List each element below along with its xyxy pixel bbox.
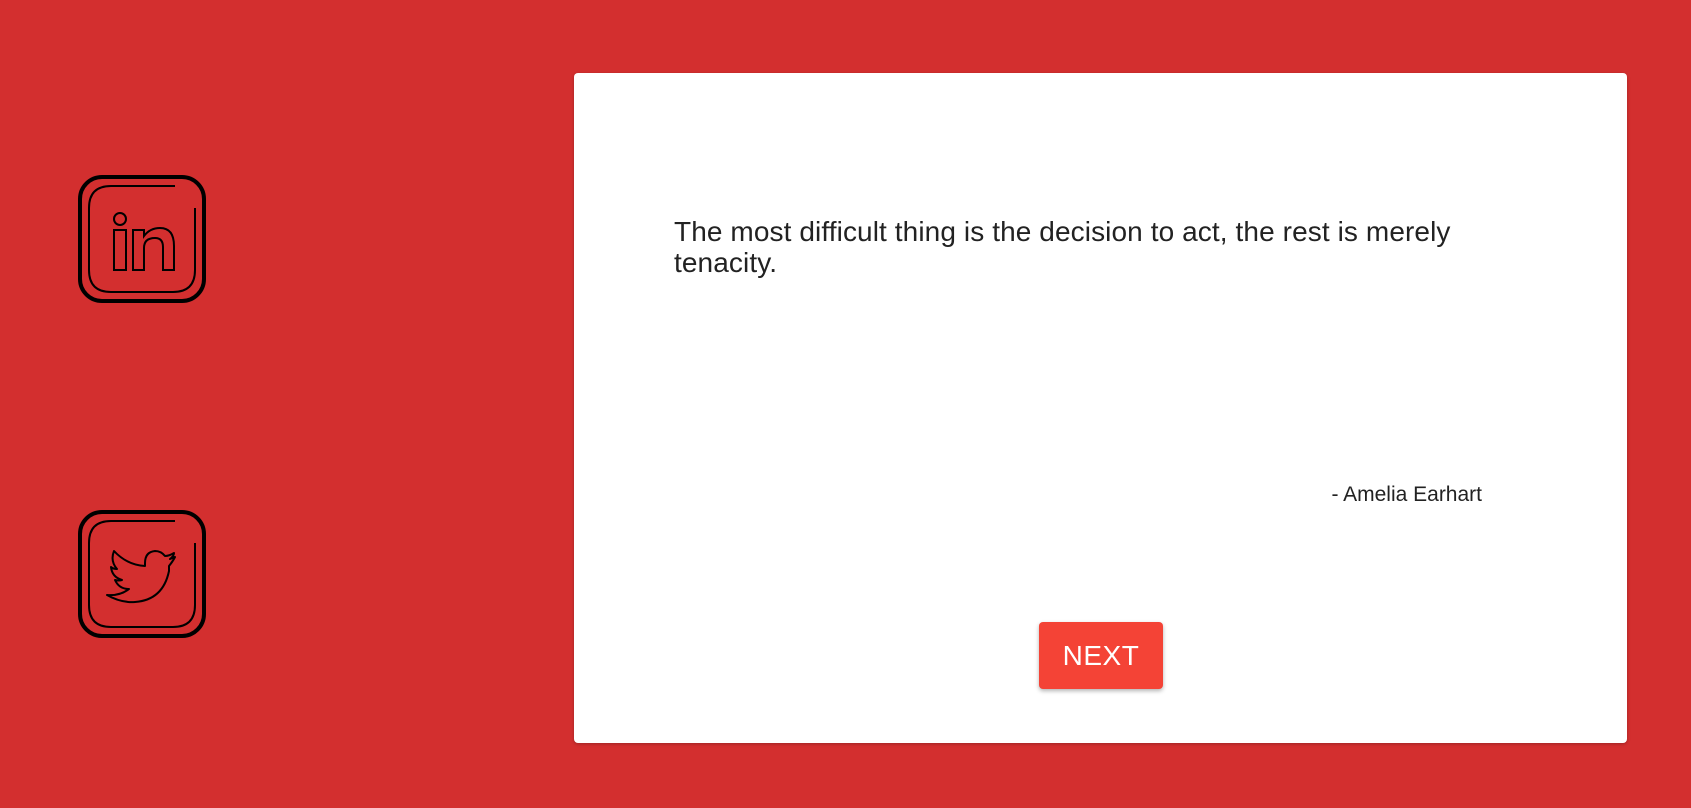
quote-card: The most difficult thing is the decision… xyxy=(574,73,1627,743)
linkedin-link[interactable] xyxy=(77,174,207,304)
next-button[interactable]: NEXT xyxy=(1039,622,1163,689)
twitter-icon xyxy=(78,510,206,638)
twitter-link[interactable] xyxy=(77,509,207,639)
quote-text: The most difficult thing is the decision… xyxy=(674,216,1451,278)
linkedin-icon xyxy=(78,175,206,303)
quote-author: - Amelia Earhart xyxy=(1331,483,1482,506)
